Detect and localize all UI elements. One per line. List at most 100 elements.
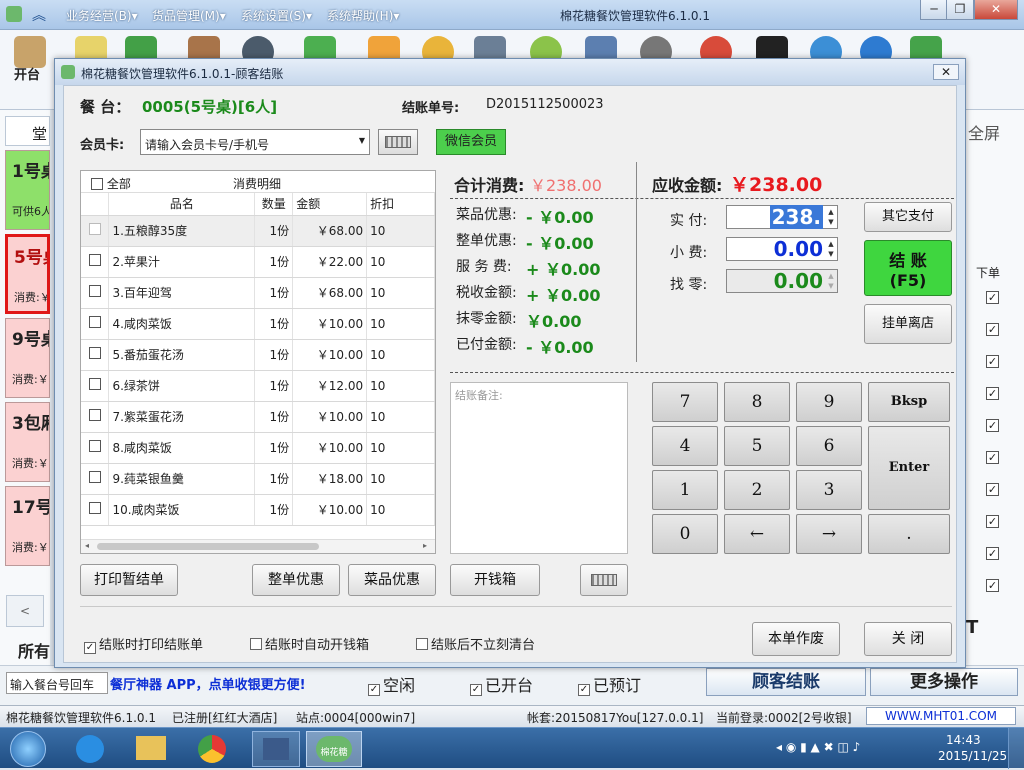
- bill-discount-button[interactable]: 整单优惠: [252, 564, 340, 596]
- fullscreen-toggle[interactable]: 全屏: [968, 120, 1000, 144]
- table-tile-3[interactable]: 3包厢消费:￥: [5, 402, 50, 482]
- checkbox-icon[interactable]: [88, 285, 101, 297]
- row-checkbox[interactable]: [81, 370, 110, 402]
- checkbox-icon[interactable]: [88, 409, 101, 421]
- order-checkbox[interactable]: ✓: [986, 547, 999, 560]
- print-temp-bill-button[interactable]: 打印暂结单: [80, 564, 178, 596]
- ie-icon[interactable]: [76, 735, 104, 763]
- key-2[interactable]: 2: [724, 470, 790, 510]
- chrome-icon[interactable]: [198, 735, 226, 763]
- spin-down-icon[interactable]: ▼: [826, 217, 836, 227]
- key-1[interactable]: 1: [652, 470, 718, 510]
- scroll-right-icon[interactable]: ▸: [423, 541, 427, 550]
- clock-date[interactable]: 2015/11/25: [938, 749, 1007, 763]
- key-7[interactable]: 7: [652, 382, 718, 422]
- order-checkbox[interactable]: ✓: [986, 323, 999, 336]
- virtual-keyboard-button[interactable]: [378, 129, 418, 155]
- key-right-arrow[interactable]: →: [796, 514, 862, 554]
- scroll-left-icon[interactable]: ◂: [85, 541, 89, 550]
- spin-up-icon[interactable]: ▲: [826, 239, 836, 249]
- row-checkbox[interactable]: [81, 432, 110, 464]
- explorer-folder-icon[interactable]: [136, 736, 166, 760]
- order-checkbox[interactable]: ✓: [986, 483, 999, 496]
- checkbox-icon[interactable]: [88, 316, 101, 328]
- restore-button[interactable]: ❐: [946, 0, 974, 20]
- tip-input[interactable]: 0.00 ▲ ▼: [726, 237, 838, 261]
- menu-settings[interactable]: 系统设置(S)▾: [241, 7, 312, 24]
- filter-reserved[interactable]: ✓ 已预订: [578, 672, 641, 696]
- order-checkbox[interactable]: ✓: [986, 355, 999, 368]
- key-left-arrow[interactable]: ←: [724, 514, 790, 554]
- table-row[interactable]: 5.番茄蛋花汤 1份 ￥10.00 10: [81, 339, 435, 371]
- key-3[interactable]: 3: [796, 470, 862, 510]
- option-print-bill[interactable]: ✓ 结账时打印结账单: [84, 634, 203, 654]
- table-row[interactable]: 1.五粮醇35度 1份 ￥68.00 10: [81, 215, 435, 247]
- show-desktop-button[interactable]: [1008, 728, 1024, 769]
- order-checkbox[interactable]: ✓: [986, 515, 999, 528]
- menu-help[interactable]: 系统帮助(H)▾: [327, 7, 399, 24]
- table-row[interactable]: 4.咸肉菜饭 1份 ￥10.00 10: [81, 308, 435, 340]
- row-checkbox[interactable]: [81, 277, 110, 309]
- key-0[interactable]: 0: [652, 514, 718, 554]
- collapse-ribbon-icon[interactable]: ︽: [32, 5, 46, 25]
- checkout-button[interactable]: 结 账 (F5): [864, 240, 952, 296]
- row-checkbox[interactable]: [81, 215, 110, 247]
- key-backspace[interactable]: Bksp: [868, 382, 950, 422]
- checkbox-icon[interactable]: [88, 347, 101, 359]
- row-checkbox[interactable]: [81, 339, 110, 371]
- table-tile-5[interactable]: 5号桌消费:￥: [5, 234, 50, 314]
- key-6[interactable]: 6: [796, 426, 862, 466]
- void-bill-button[interactable]: 本单作废: [752, 622, 840, 656]
- option-no-clear[interactable]: 结账后不立刻清台: [416, 634, 535, 653]
- filter-open[interactable]: ✓ 已开台: [470, 672, 533, 696]
- paid-input[interactable]: 238. ▲ ▼: [726, 205, 838, 229]
- key-9[interactable]: 9: [796, 382, 862, 422]
- row-checkbox[interactable]: [81, 494, 110, 526]
- table-row[interactable]: 10.咸肉菜饭 1份 ￥10.00 10: [81, 494, 435, 526]
- key-5[interactable]: 5: [724, 426, 790, 466]
- header-discount[interactable]: 折扣: [366, 193, 435, 216]
- start-orb-icon[interactable]: [10, 731, 46, 767]
- table-tile-17[interactable]: 17号 消费:￥: [5, 486, 50, 566]
- taskbar-app-1[interactable]: [252, 731, 300, 767]
- order-checkbox[interactable]: ✓: [986, 451, 999, 464]
- key-8[interactable]: 8: [724, 382, 790, 422]
- checkbox-icon[interactable]: [88, 254, 101, 266]
- key-enter[interactable]: Enter: [868, 426, 950, 510]
- clock-time[interactable]: 14:43: [946, 733, 981, 747]
- tab-hall[interactable]: 堂: [5, 116, 50, 146]
- scrollbar-thumb[interactable]: [97, 543, 319, 550]
- checkout-note-input[interactable]: 结账备注:: [450, 382, 628, 554]
- item-discount-button[interactable]: 菜品优惠: [348, 564, 436, 596]
- table-row[interactable]: 8.咸肉菜饭 1份 ￥10.00 10: [81, 432, 435, 464]
- member-card-input[interactable]: 请输入会员卡号/手机号 ▼: [140, 129, 370, 155]
- scroll-left-button[interactable]: <: [6, 595, 44, 627]
- spin-down-icon[interactable]: ▼: [826, 249, 836, 259]
- dialog-close-icon[interactable]: ✕: [933, 64, 959, 80]
- more-actions-button[interactable]: 更多操作: [870, 668, 1018, 696]
- row-checkbox[interactable]: [81, 308, 110, 340]
- key-decimal[interactable]: .: [868, 514, 950, 554]
- note-keyboard-button[interactable]: [580, 564, 628, 596]
- checkbox-icon[interactable]: [88, 440, 101, 452]
- checkbox-icon[interactable]: [88, 502, 101, 514]
- checkbox-icon[interactable]: [88, 471, 101, 483]
- order-checkbox[interactable]: ✓: [986, 579, 999, 592]
- close-window-button[interactable]: ✕: [974, 0, 1018, 20]
- header-qty[interactable]: 数量: [254, 193, 294, 216]
- order-checkbox[interactable]: ✓: [986, 387, 999, 400]
- area-all-label[interactable]: 所有: [6, 632, 50, 662]
- spin-up-icon[interactable]: ▲: [826, 207, 836, 217]
- table-row[interactable]: 7.紫菜蛋花汤 1份 ￥10.00 10: [81, 401, 435, 433]
- row-checkbox[interactable]: [81, 463, 110, 495]
- table-row[interactable]: 3.百年迎驾 1份 ￥68.00 10: [81, 277, 435, 309]
- horizontal-scrollbar[interactable]: ◂ ▸: [81, 539, 435, 553]
- table-tile-9[interactable]: 9号桌消费:￥: [5, 318, 50, 398]
- close-dialog-button[interactable]: 关 闭: [864, 622, 952, 656]
- open-table-label[interactable]: 开台: [14, 64, 40, 83]
- table-row[interactable]: 2.苹果汁 1份 ￥22.00 10: [81, 246, 435, 278]
- open-drawer-button[interactable]: 开钱箱: [450, 564, 540, 596]
- taskbar-app-mht[interactable]: 棉花糖: [306, 731, 362, 767]
- chevron-down-icon[interactable]: ▼: [359, 136, 365, 145]
- checkbox-icon[interactable]: [88, 378, 101, 390]
